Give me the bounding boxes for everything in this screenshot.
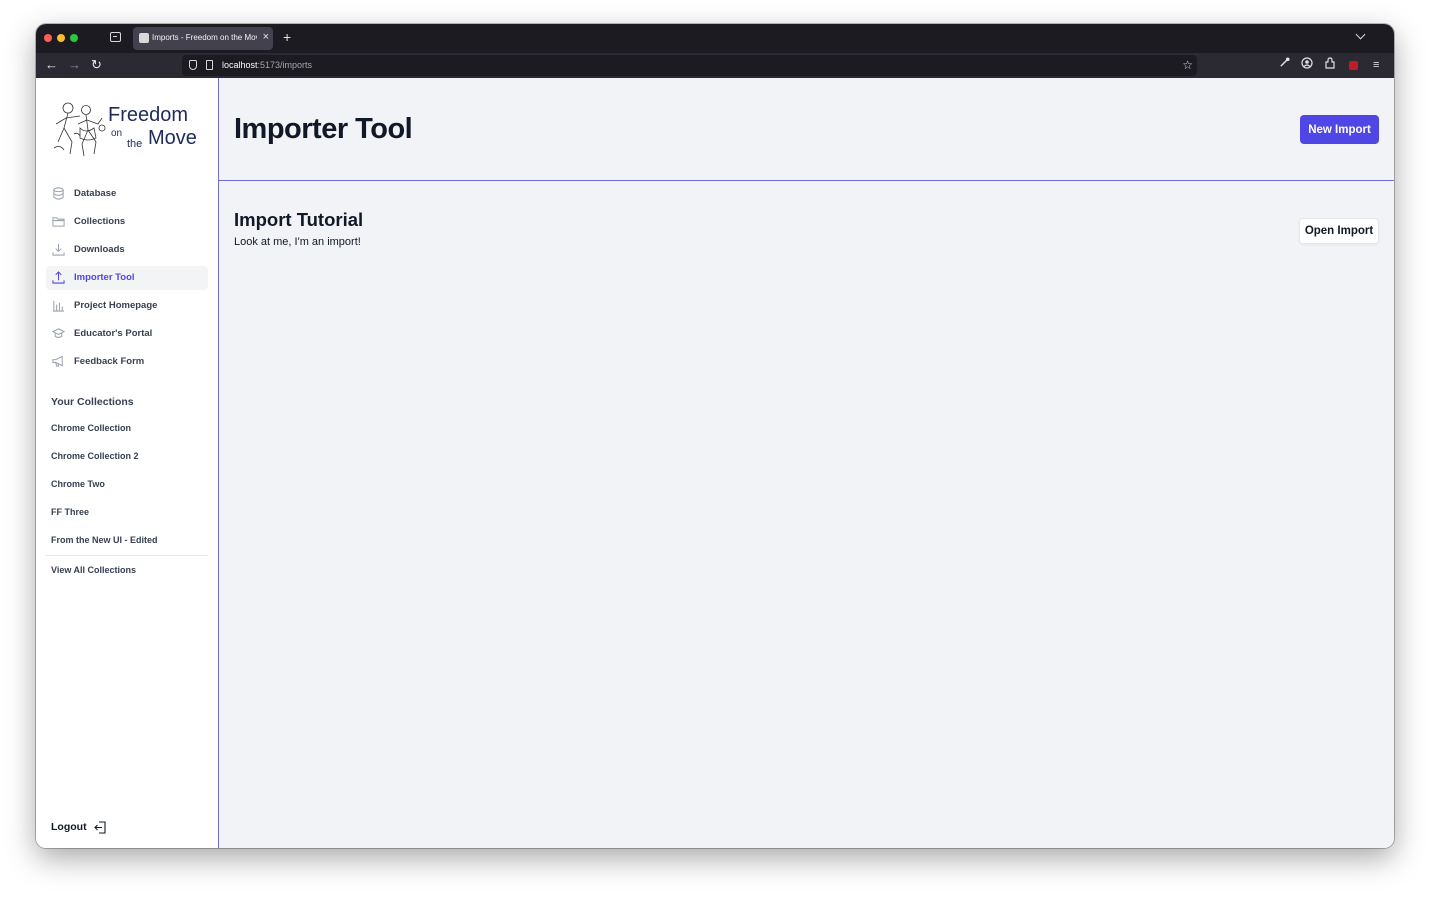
- ublock-icon[interactable]: [1349, 61, 1358, 70]
- sidebar-item-database[interactable]: Database: [46, 182, 208, 206]
- browser-window: Imports - Freedom on the Move × + ← → ↻ …: [36, 24, 1394, 848]
- account-icon[interactable]: [1301, 57, 1313, 74]
- menu-icon[interactable]: ≡: [1373, 57, 1379, 73]
- logo[interactable]: Freedom on the Move: [50, 98, 205, 160]
- sidebar: Freedom on the Move Database Collections…: [36, 78, 219, 848]
- page-header: Importer Tool New Import: [219, 78, 1394, 181]
- logo-on: on: [111, 128, 123, 139]
- address-bar[interactable]: localhost:5173/imports ☆: [182, 55, 1197, 76]
- your-collections-heading: Your Collections: [51, 396, 134, 408]
- logout-button[interactable]: Logout: [51, 821, 87, 833]
- sidebar-item-educators-portal[interactable]: Educator's Portal: [46, 322, 208, 346]
- new-tab-button[interactable]: +: [283, 29, 291, 45]
- megaphone-icon: [52, 355, 63, 367]
- collection-item[interactable]: Chrome Collection 2: [51, 445, 211, 473]
- forward-arrow-icon[interactable]: →: [68, 57, 81, 73]
- maximize-window-button[interactable]: [70, 34, 78, 42]
- collection-item[interactable]: Chrome Collection: [51, 417, 211, 445]
- tab-title: Imports - Freedom on the Move: [152, 33, 257, 42]
- view-all-collections-link[interactable]: View All Collections: [51, 565, 136, 575]
- sidebar-item-downloads[interactable]: Downloads: [46, 238, 208, 262]
- page-icon[interactable]: [206, 60, 213, 70]
- sidebar-item-project-homepage[interactable]: Project Homepage: [46, 294, 208, 318]
- reload-icon[interactable]: ↻: [91, 57, 102, 73]
- new-import-button[interactable]: New Import: [1300, 115, 1379, 144]
- back-arrow-icon[interactable]: ←: [45, 57, 58, 73]
- sidebar-item-label: Collections: [74, 216, 126, 227]
- tab-overview-icon[interactable]: [110, 32, 121, 42]
- collection-item[interactable]: From the New UI - Edited: [51, 529, 211, 557]
- database-icon: [53, 187, 64, 200]
- divider: [46, 555, 208, 556]
- logout-icon[interactable]: [94, 821, 106, 834]
- collection-item[interactable]: FF Three: [51, 501, 211, 529]
- browser-tab[interactable]: Imports - Freedom on the Move ×: [133, 27, 273, 50]
- logo-move: Move: [148, 127, 197, 149]
- logo-figures-icon: [53, 102, 106, 157]
- sidebar-item-label: Feedback Form: [74, 356, 145, 367]
- collections-list: Chrome Collection Chrome Collection 2 Ch…: [51, 417, 211, 557]
- tab-strip: Imports - Freedom on the Move × +: [36, 24, 1394, 53]
- extensions-icon[interactable]: [1324, 57, 1336, 74]
- logo-the: the: [127, 138, 143, 150]
- shield-icon[interactable]: [189, 60, 197, 70]
- chevron-down-icon[interactable]: [1355, 29, 1366, 40]
- download-icon: [52, 243, 65, 256]
- logo-freedom: Freedom: [108, 104, 189, 126]
- page-title: Importer Tool: [234, 113, 413, 145]
- chart-icon: [52, 300, 65, 312]
- sidebar-item-importer-tool[interactable]: Importer Tool: [46, 266, 208, 290]
- close-window-button[interactable]: [44, 34, 52, 42]
- sidebar-nav: Database Collections Downloads Importer …: [46, 182, 208, 378]
- wrench-icon[interactable]: [1279, 57, 1290, 73]
- open-import-button[interactable]: Open Import: [1299, 218, 1379, 244]
- graduation-cap-icon: [52, 328, 65, 338]
- tab-close-icon[interactable]: ×: [263, 31, 269, 44]
- minimize-window-button[interactable]: [57, 34, 65, 42]
- collection-item[interactable]: Chrome Two: [51, 473, 211, 501]
- folder-icon: [52, 217, 65, 227]
- main-content: Importer Tool New Import Import Tutorial…: [219, 78, 1394, 848]
- sidebar-item-label: Educator's Portal: [74, 328, 153, 339]
- navigation-toolbar: ← → ↻ localhost:5173/imports ☆ ≡: [36, 53, 1394, 78]
- favicon-icon: [139, 33, 149, 43]
- sidebar-item-collections[interactable]: Collections: [46, 210, 208, 234]
- sidebar-item-label: Downloads: [74, 244, 125, 255]
- sidebar-item-feedback-form[interactable]: Feedback Form: [46, 350, 208, 374]
- upload-icon: [52, 271, 65, 284]
- import-description: Look at me, I'm an import!: [234, 236, 361, 248]
- import-title: Import Tutorial: [234, 209, 364, 230]
- sidebar-item-label: Importer Tool: [74, 272, 135, 283]
- url-text[interactable]: localhost:5173/imports: [222, 60, 312, 70]
- sidebar-item-label: Database: [74, 188, 117, 199]
- sidebar-item-label: Project Homepage: [74, 300, 158, 311]
- page: Freedom on the Move Database Collections…: [36, 78, 1394, 848]
- bookmark-star-icon[interactable]: ☆: [1182, 57, 1193, 73]
